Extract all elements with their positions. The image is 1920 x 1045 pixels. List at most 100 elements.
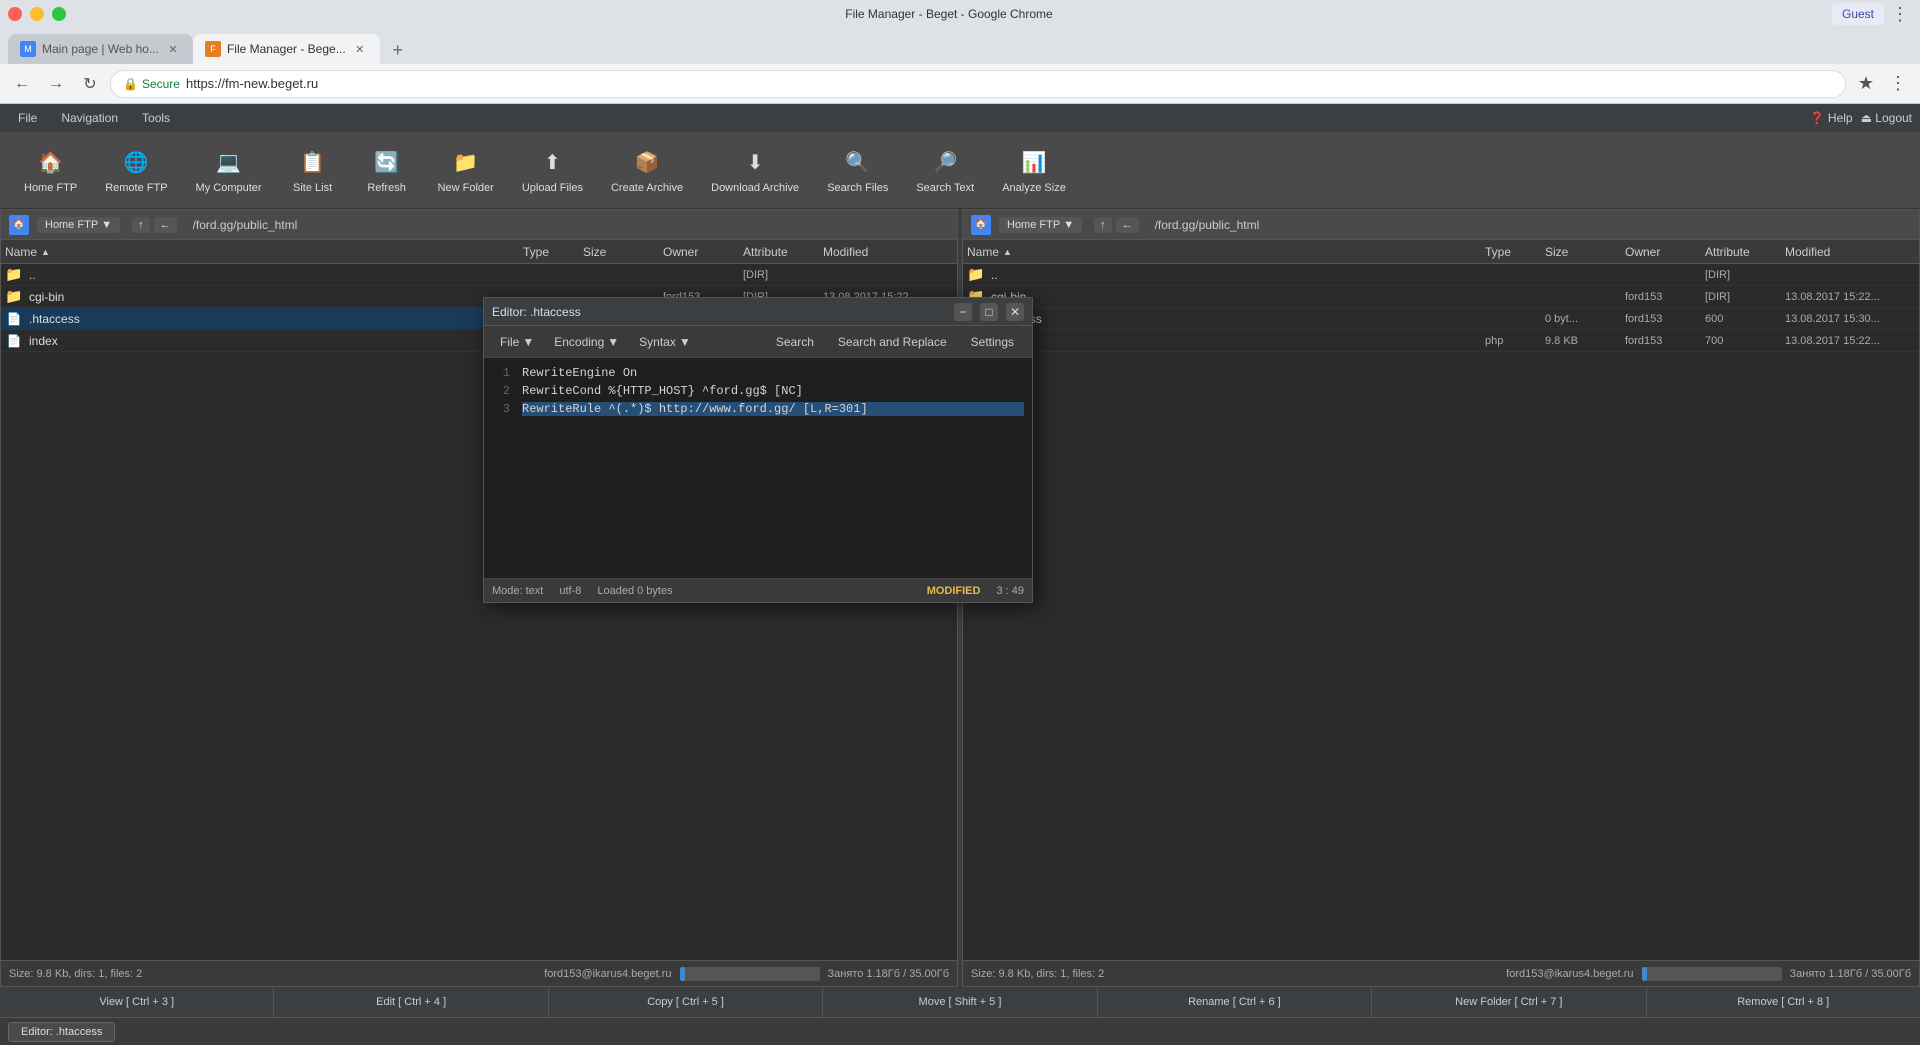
right-panel-header: 🏠 Home FTP ▼ ↑ ← /ford.gg/public_html	[963, 210, 1919, 240]
analyze-size-label: Analyze Size	[1002, 182, 1066, 194]
left-panel-up-btn[interactable]: ↑	[132, 217, 150, 233]
search-files-icon	[842, 146, 874, 178]
right-panel-back-btn[interactable]: ←	[1116, 217, 1139, 233]
left-status-user: ford153@ikarus4.beget.ru	[544, 968, 671, 980]
right-panel-files: 📁 .. [DIR] 📁 cgi-bin ford153 [DIR]	[963, 264, 1919, 960]
download-archive-icon	[739, 146, 771, 178]
left-panel-home-icon: 🏠	[9, 215, 29, 235]
address-bar[interactable]: 🔒 Secure https://fm-new.beget.ru	[110, 70, 1846, 98]
toolbar-download-archive[interactable]: Download Archive	[699, 140, 811, 200]
menu-tools[interactable]: Tools	[132, 107, 180, 129]
toolbar-analyze-size[interactable]: Analyze Size	[990, 140, 1078, 200]
right-col-owner: Owner	[1625, 245, 1705, 259]
editor-close-btn[interactable]: ✕	[1006, 303, 1024, 321]
menu-file[interactable]: File	[8, 107, 47, 129]
editor-loaded: Loaded 0 bytes	[597, 585, 672, 597]
upload-files-label: Upload Files	[522, 182, 583, 194]
new-tab-button[interactable]: +	[384, 36, 412, 64]
tab-main-page[interactable]: M Main page | Web ho... ✕	[8, 34, 193, 64]
menu-logout[interactable]: ⏏ Logout	[1861, 111, 1912, 125]
left-storage-fill	[680, 967, 686, 981]
right-file-row-htaccess[interactable]: 📄 .htaccess 0 byt... ford153 600 13.08.2…	[963, 308, 1919, 330]
forward-button[interactable]: →	[42, 70, 70, 98]
right-storage-bar	[1642, 967, 1782, 981]
toolbar-my-computer[interactable]: My Computer	[184, 140, 274, 200]
bottom-rename-btn[interactable]: Rename [ Ctrl + 6 ]	[1098, 987, 1372, 1017]
left-panel-location-label: Home FTP	[45, 219, 98, 231]
refresh-icon	[371, 146, 403, 178]
chrome-tabs-bar: M Main page | Web ho... ✕ F File Manager…	[0, 28, 1920, 64]
bottom-newfolder-btn[interactable]: New Folder [ Ctrl + 7 ]	[1372, 987, 1646, 1017]
create-archive-label: Create Archive	[611, 182, 683, 194]
left-panel-back-btn[interactable]: ←	[154, 217, 177, 233]
window-close-btn[interactable]	[8, 7, 22, 21]
right-file-row-dotdot[interactable]: 📁 .. [DIR]	[963, 264, 1919, 286]
editor-toolbar: File ▼ Encoding ▼ Syntax ▼ Search Search…	[484, 326, 1032, 358]
toolbar-search-files[interactable]: Search Files	[815, 140, 900, 200]
tab-file-manager[interactable]: F File Manager - Bege... ✕	[193, 34, 380, 64]
bottom-view-btn[interactable]: View [ Ctrl + 3 ]	[0, 987, 274, 1017]
bottom-move-btn[interactable]: Move [ Shift + 5 ]	[823, 987, 1097, 1017]
toolbar-search-text[interactable]: Search Text	[904, 140, 986, 200]
bottom-copy-btn[interactable]: Copy [ Ctrl + 5 ]	[549, 987, 823, 1017]
chrome-addressbar: ← → ↻ 🔒 Secure https://fm-new.beget.ru ★…	[0, 64, 1920, 104]
toolbar-create-archive[interactable]: Create Archive	[599, 140, 695, 200]
bottom-remove-btn[interactable]: Remove [ Ctrl + 8 ]	[1647, 987, 1920, 1017]
editor-restore-btn[interactable]: □	[980, 303, 998, 321]
right-panel: 🏠 Home FTP ▼ ↑ ← /ford.gg/public_html Na…	[962, 209, 1920, 987]
left-panel-location-btn[interactable]: Home FTP ▼	[37, 217, 120, 233]
left-col-owner: Owner	[663, 245, 743, 259]
editor-content[interactable]: 1 RewriteEngine On 2 RewriteCond %{HTTP_…	[484, 358, 1032, 578]
editor-syntax-menu[interactable]: Syntax ▼	[631, 332, 699, 352]
right-col-attr: Attribute	[1705, 245, 1785, 259]
chrome-menu-icon[interactable]: ⋮	[1884, 70, 1912, 98]
bookmark-icon[interactable]: ★	[1852, 70, 1880, 98]
window-maximize-btn[interactable]	[52, 7, 66, 21]
editor-line-3: 3 RewriteRule ^(.*)$ http://www.ford.gg/…	[492, 402, 1024, 420]
chrome-settings-icon[interactable]: ⋮	[1888, 4, 1912, 25]
tab-main-label: Main page | Web ho...	[42, 42, 159, 56]
editor-titlebar: Editor: .htaccess − □ ✕	[484, 298, 1032, 326]
toolbar-site-list[interactable]: Site List	[278, 140, 348, 200]
left-col-name[interactable]: Name	[5, 245, 523, 259]
editor-settings-btn[interactable]: Settings	[961, 332, 1024, 352]
guest-button[interactable]: Guest	[1832, 3, 1884, 25]
right-col-name[interactable]: Name	[967, 245, 1485, 259]
toolbar-new-folder[interactable]: New Folder	[426, 140, 506, 200]
right-status-user: ford153@ikarus4.beget.ru	[1506, 968, 1633, 980]
menu-navigation[interactable]: Navigation	[51, 107, 128, 129]
taskbar-editor-item[interactable]: Editor: .htaccess	[8, 1022, 115, 1042]
editor-file-menu[interactable]: File ▼	[492, 332, 542, 352]
right-panel-up-btn[interactable]: ↑	[1094, 217, 1112, 233]
right-file-row-cgibin[interactable]: 📁 cgi-bin ford153 [DIR] 13.08.2017 15:22…	[963, 286, 1919, 308]
left-status-text: Size: 9.8 Kb, dirs: 1, files: 2	[9, 968, 142, 980]
download-archive-label: Download Archive	[711, 182, 799, 194]
upload-files-icon	[536, 146, 568, 178]
right-panel-location-btn[interactable]: Home FTP ▼	[999, 217, 1082, 233]
editor-line-1: 1 RewriteEngine On	[492, 366, 1024, 384]
search-files-label: Search Files	[827, 182, 888, 194]
app-taskbar: Editor: .htaccess	[0, 1017, 1920, 1045]
left-panel-columns: Name Type Size Owner Attribute Modified	[1, 240, 957, 264]
editor-search-btn[interactable]: Search	[766, 332, 824, 352]
toolbar-home-ftp[interactable]: Home FTP	[12, 140, 89, 200]
right-file-row-index[interactable]: 📄 index php 9.8 KB ford153 700 13.08.201…	[963, 330, 1919, 352]
tab-main-close[interactable]: ✕	[165, 41, 181, 57]
right-panel-home-icon: 🏠	[971, 215, 991, 235]
editor-search-replace-btn[interactable]: Search and Replace	[828, 332, 957, 352]
window-title: File Manager - Beget - Google Chrome	[66, 7, 1832, 21]
tab-fm-close[interactable]: ✕	[352, 41, 368, 57]
toolbar-remote-ftp[interactable]: Remote FTP	[93, 140, 179, 200]
reload-button[interactable]: ↻	[76, 70, 104, 98]
window-minimize-btn[interactable]	[30, 7, 44, 21]
toolbar-upload-files[interactable]: Upload Files	[510, 140, 595, 200]
left-panel-header: 🏠 Home FTP ▼ ↑ ← /ford.gg/public_html	[1, 210, 957, 240]
left-file-row-dotdot[interactable]: 📁 .. [DIR]	[1, 264, 957, 286]
menu-help[interactable]: ❓ Help	[1810, 111, 1853, 125]
editor-encoding-menu[interactable]: Encoding ▼	[546, 332, 627, 352]
editor-minimize-btn[interactable]: −	[954, 303, 972, 321]
toolbar-refresh[interactable]: Refresh	[352, 140, 422, 200]
toolbar: Home FTP Remote FTP My Computer Site Lis…	[0, 132, 1920, 209]
bottom-edit-btn[interactable]: Edit [ Ctrl + 4 ]	[274, 987, 548, 1017]
back-button[interactable]: ←	[8, 70, 36, 98]
